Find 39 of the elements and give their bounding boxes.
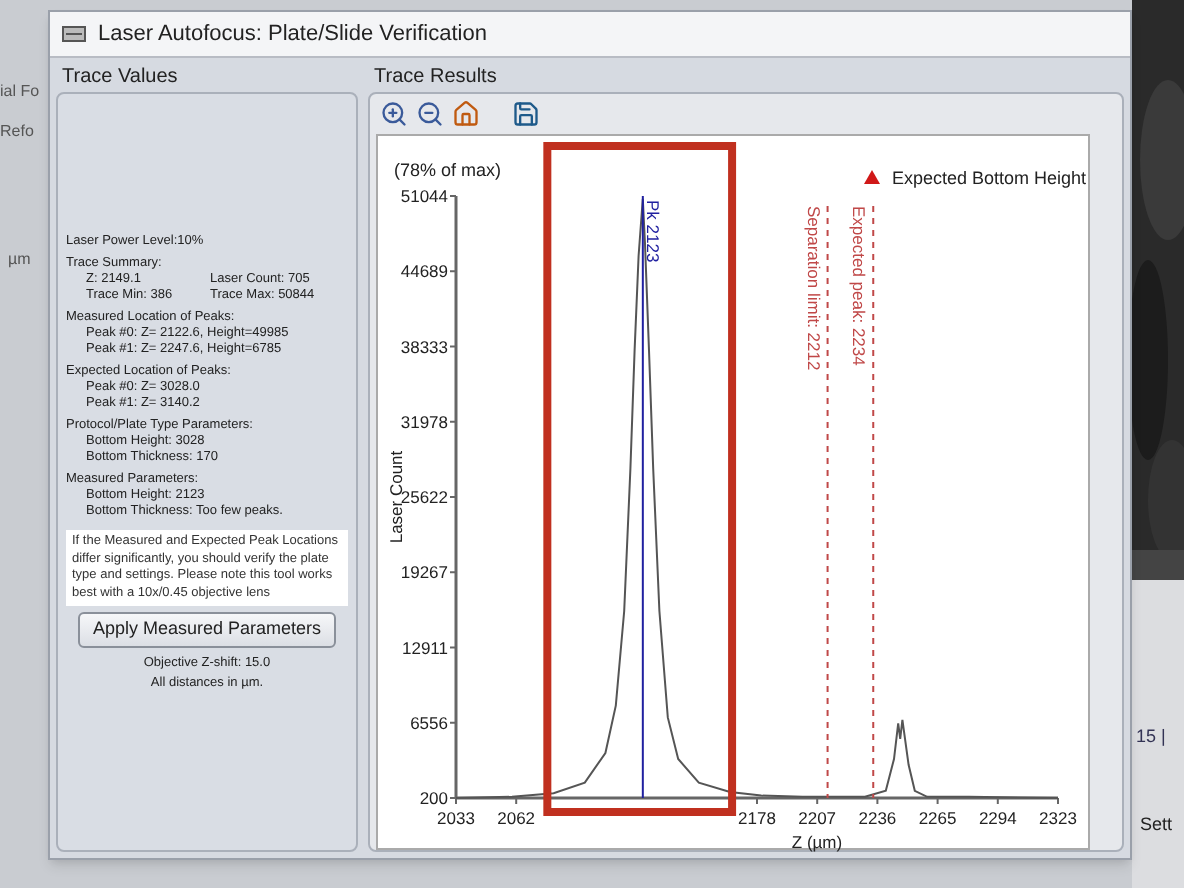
x-tick-label: 2236 (858, 808, 897, 828)
home-button[interactable] (450, 98, 482, 130)
legend-label: Expected Bottom Height (892, 168, 1087, 188)
x-tick-label: 2178 (738, 808, 776, 828)
y-tick-label: 44689 (400, 261, 448, 282)
y-tick-label: 200 (419, 788, 448, 808)
x-axis-label: Z (µm) (791, 832, 843, 852)
zoom-out-button[interactable] (414, 98, 446, 130)
limit-line: Separation limit: 2212 (803, 205, 829, 799)
limit-line: Expected peak: 2234 (849, 205, 875, 799)
save-button[interactable] (510, 98, 542, 130)
background-label: µm (6, 248, 33, 272)
background-label: Refo (0, 120, 36, 144)
scale-note: (78% of max) (394, 160, 502, 180)
x-tick-label: 2294 (978, 808, 1017, 828)
x-tick-label: 2265 (918, 808, 957, 828)
y-tick-label: 6556 (410, 712, 448, 733)
x-tick-label: 2207 (798, 808, 837, 828)
apply-button[interactable]: Apply Measured Parameters (78, 612, 336, 647)
window-title: Laser Autofocus: Plate/Slide Verification (98, 19, 487, 50)
window-icon (62, 26, 86, 42)
x-tick-label: 2062 (497, 808, 536, 828)
y-tick-label: 25622 (400, 487, 448, 507)
ref-line-label: Pk 2123 (642, 200, 663, 263)
x-tick-label: 2033 (437, 808, 475, 828)
y-tick-label: 38333 (400, 336, 448, 357)
ref-line-label: Separation limit: 2212 (803, 206, 824, 371)
zoom-in-button[interactable] (378, 98, 410, 130)
y-tick-label: 51044 (400, 186, 448, 206)
y-tick-label: 31978 (400, 411, 448, 432)
background-label: 15 | (1134, 724, 1168, 750)
y-tick-label: 12911 (401, 637, 448, 658)
group-title: Trace Values (60, 64, 180, 92)
x-tick-label: 2323 (1039, 808, 1077, 828)
ref-line-label: Expected peak: 2234 (849, 206, 870, 367)
background-label: Sett (1138, 811, 1175, 837)
background-label: ial Fo (0, 80, 42, 104)
y-tick-label: 19267 (400, 562, 448, 583)
group-title: Trace Results (372, 64, 499, 92)
